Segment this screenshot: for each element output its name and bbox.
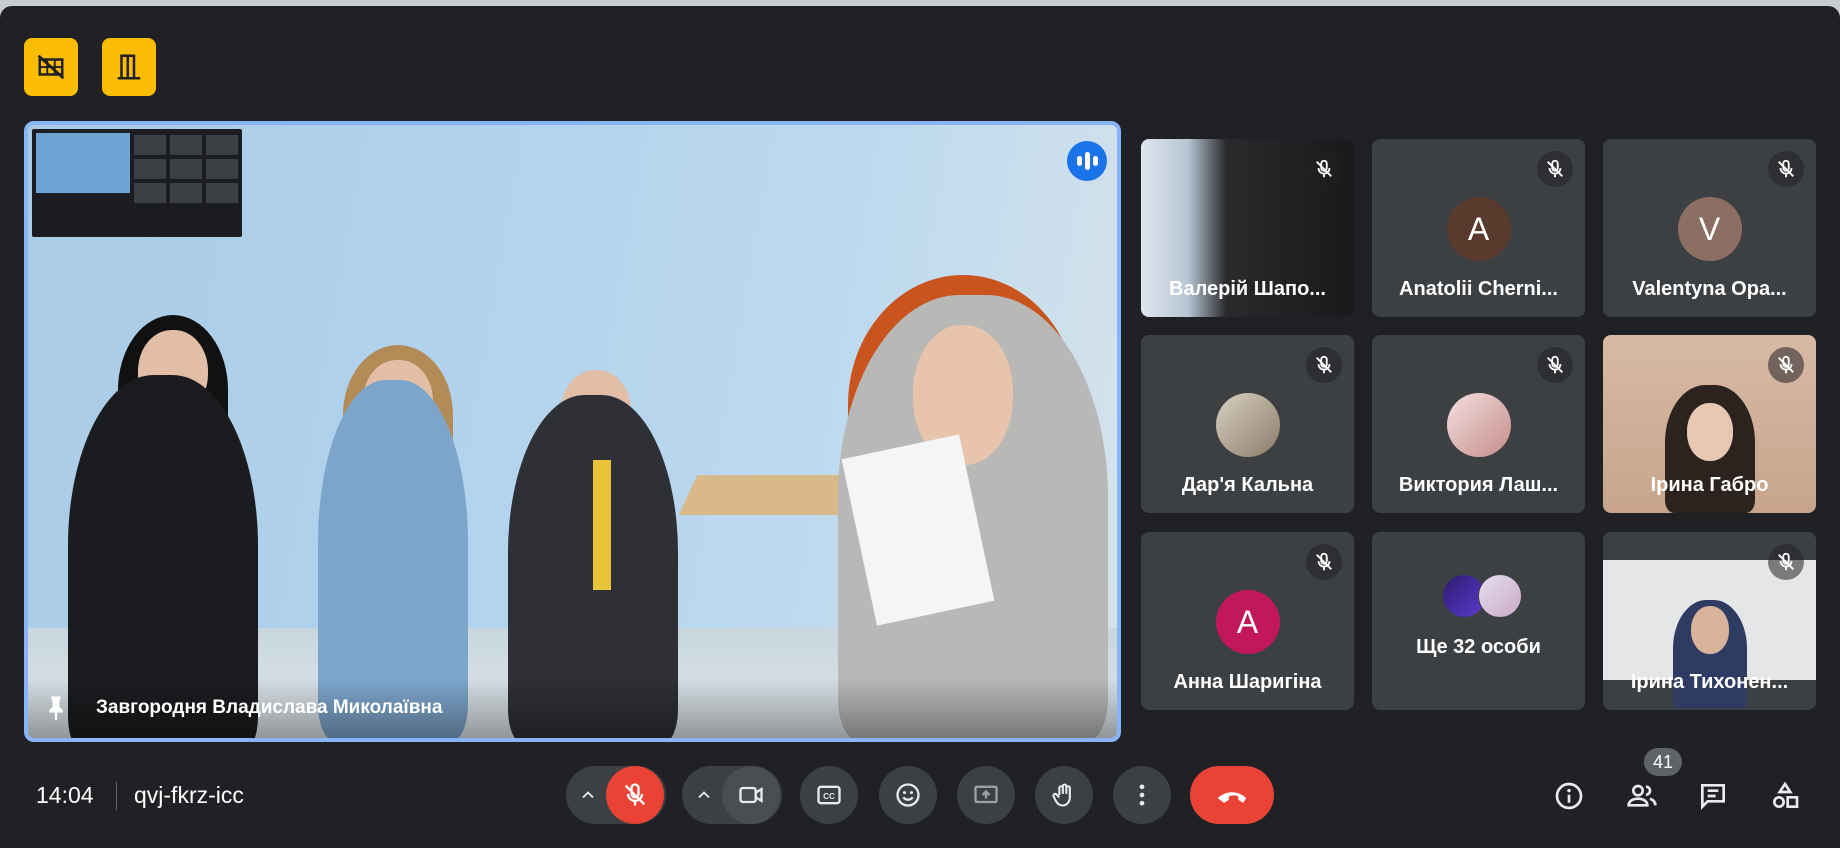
chat-button[interactable] (1691, 774, 1735, 818)
participant-name: Ірина Тихонен... (1630, 671, 1789, 693)
participant-tile[interactable]: Дар'я Кальна (1141, 335, 1354, 513)
participant-tile[interactable]: Ірина Тихонен... (1603, 532, 1816, 710)
mic-toggle-button[interactable] (606, 766, 664, 824)
shapes-icon (1773, 781, 1799, 808)
participant-name: Анна Шаригіна (1173, 671, 1322, 693)
present-screen-icon (974, 785, 998, 804)
main-speaker-name: Завгородня Владислава Миколаївна (96, 697, 443, 718)
chevron-up-icon (698, 791, 710, 799)
avatar (1215, 393, 1280, 457)
video-options-button[interactable] (684, 766, 724, 824)
emoji-icon (896, 783, 920, 807)
more-options-button[interactable] (1113, 766, 1171, 824)
avatar (1446, 393, 1511, 457)
participant-tile[interactable]: Виктория Лаш... (1372, 335, 1585, 513)
more-participants-avatars (1442, 574, 1532, 618)
participant-tile[interactable]: A Anatolii Cherni... (1372, 139, 1585, 317)
leave-call-button[interactable] (1190, 766, 1274, 824)
camera-icon (739, 786, 763, 804)
participant-name: Виктория Лаш... (1398, 474, 1559, 496)
raise-hand-button[interactable] (1035, 766, 1093, 824)
hide-tiles-button[interactable] (24, 38, 78, 96)
participant-tile[interactable]: Валерій Шапо... (1141, 139, 1354, 317)
mic-off-icon (1768, 347, 1804, 383)
mic-off-icon (1306, 544, 1342, 580)
chat-icon (1701, 784, 1725, 810)
svg-text:CC: CC (823, 792, 835, 801)
call-end-icon (1217, 792, 1247, 803)
more-participants-label: Ще 32 особи (1416, 636, 1541, 658)
captions-button[interactable]: CC (800, 766, 858, 824)
people-count-badge: 41 (1644, 748, 1682, 776)
avatar: A (1215, 590, 1280, 654)
mic-off-icon (1768, 544, 1804, 580)
meeting-details-button[interactable] (1547, 774, 1591, 818)
avatar: V (1677, 197, 1742, 261)
mic-off-icon (1537, 151, 1573, 187)
participant-name: Ірина Габро (1650, 474, 1769, 496)
participant-tile[interactable]: A Анна Шаригіна (1141, 532, 1354, 710)
hand-icon (1052, 783, 1071, 807)
reactions-button[interactable] (879, 766, 937, 824)
mic-off-icon (1306, 151, 1342, 187)
people-icon (1627, 784, 1657, 807)
activities-button[interactable] (1763, 774, 1807, 818)
mic-off-icon (1768, 151, 1804, 187)
chevron-up-icon (582, 791, 594, 799)
pin-icon[interactable] (42, 694, 70, 722)
background-monitor (32, 129, 242, 237)
participant-tile[interactable]: Ірина Габро (1603, 335, 1816, 513)
participant-name: Дар'я Кальна (1181, 474, 1314, 496)
divider (116, 782, 117, 810)
present-screen-button[interactable] (957, 766, 1015, 824)
participant-name: Валерій Шапо... (1169, 278, 1326, 300)
door-exit-icon (117, 54, 141, 80)
participant-name: Anatolii Cherni... (1399, 278, 1558, 300)
info-icon (1555, 782, 1583, 810)
meeting-code: qvj-fkrz-icc (134, 782, 244, 808)
people-button[interactable] (1620, 774, 1664, 818)
more-vert-icon (1139, 784, 1145, 806)
mic-off-icon (1537, 347, 1573, 383)
participant-tile[interactable]: V Valentyna Opa... (1603, 139, 1816, 317)
mic-off-icon (624, 783, 646, 806)
audio-level-icon (1067, 141, 1107, 181)
participant-name: Valentyna Opa... (1632, 278, 1787, 300)
camera-toggle-button[interactable] (722, 766, 780, 824)
more-participants-tile[interactable]: Ще 32 особи (1372, 532, 1585, 710)
breakout-room-button[interactable] (102, 38, 156, 96)
meeting-time: 14:04 (36, 782, 94, 808)
main-speaker-tile[interactable]: Завгородня Владислава Миколаївна (24, 121, 1121, 742)
no-video-grid-icon (37, 54, 65, 80)
meet-window: Завгородня Владислава Миколаївна Валерій… (0, 6, 1840, 848)
audio-options-button[interactable] (568, 766, 608, 824)
avatar: A (1446, 197, 1511, 261)
closed-captions-icon: CC (817, 785, 841, 805)
mic-off-icon (1306, 347, 1342, 383)
